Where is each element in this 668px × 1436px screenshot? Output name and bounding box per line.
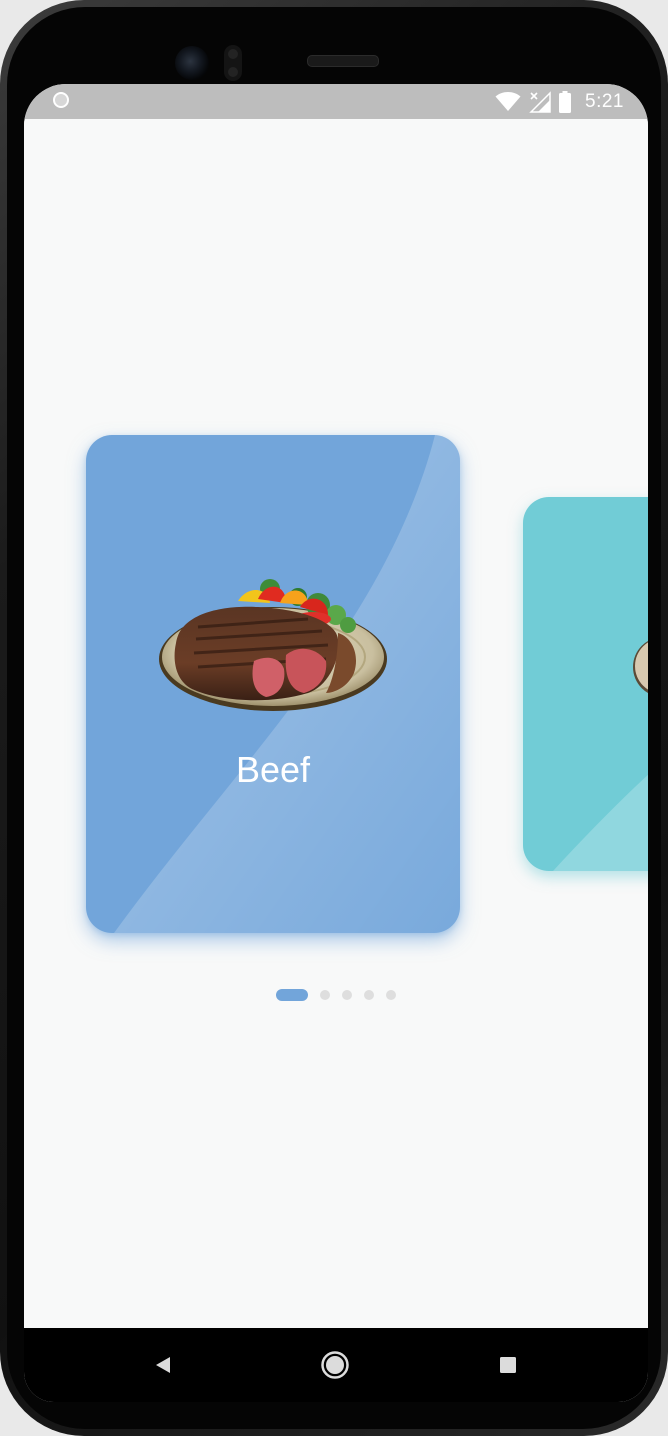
front-camera (175, 46, 209, 80)
page-indicator (276, 988, 396, 1002)
steak-plate-image (159, 579, 387, 711)
category-card-next[interactable] (523, 497, 648, 871)
page-indicator-dot[interactable] (342, 990, 352, 1000)
battery-icon (559, 91, 572, 113)
page-indicator-dot[interactable] (364, 990, 374, 1000)
home-button[interactable] (320, 1350, 350, 1380)
category-card-beef[interactable]: Beef (86, 435, 460, 933)
no-signal-icon (529, 91, 551, 113)
proximity-sensor (224, 45, 242, 81)
page-indicator-dot-active[interactable] (276, 989, 308, 1001)
phone-screen: 5:21 Beef (24, 84, 648, 1402)
food-plate-image (633, 641, 648, 693)
recents-button[interactable] (493, 1350, 523, 1380)
status-time: 5:21 (585, 91, 624, 112)
page-indicator-dot[interactable] (386, 990, 396, 1000)
home-icon (321, 1351, 349, 1379)
recents-icon (500, 1357, 516, 1373)
notification-circle-icon (53, 92, 69, 108)
back-button[interactable] (148, 1350, 178, 1380)
earpiece-speaker (307, 55, 379, 67)
back-icon (156, 1357, 170, 1373)
status-bar: 5:21 (24, 84, 648, 119)
wifi-icon (495, 92, 521, 111)
page-indicator-dot[interactable] (320, 990, 330, 1000)
status-icons: 5:21 (495, 90, 624, 114)
card-label: Beef (235, 749, 311, 790)
carousel-screen: Beef (24, 119, 648, 1328)
phone-frame: 5:21 Beef (0, 0, 668, 1436)
navigation-bar (24, 1328, 648, 1402)
